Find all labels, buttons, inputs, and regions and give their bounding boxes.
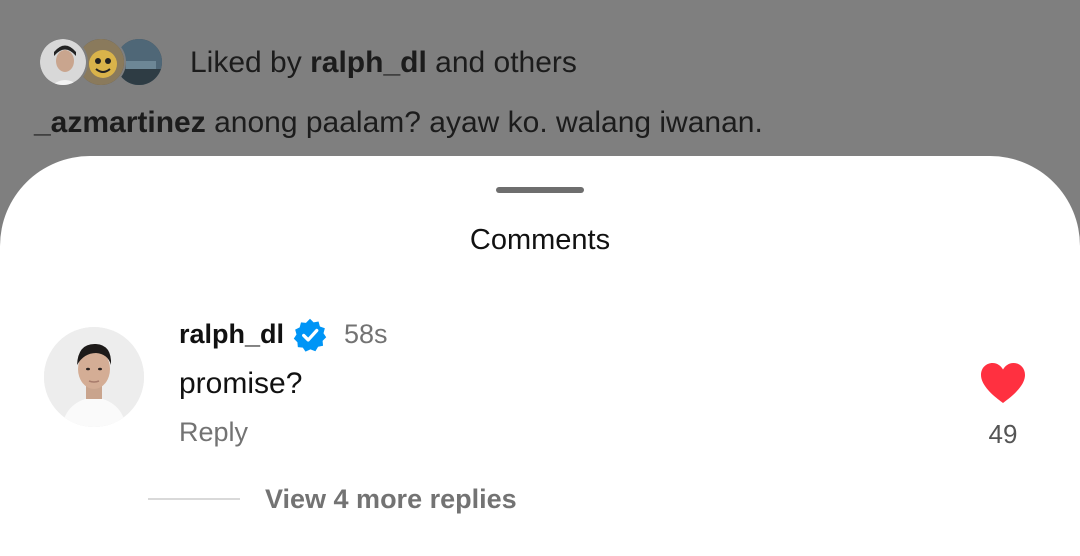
comment-text: promise? <box>179 367 303 400</box>
liked-by-prefix: Liked by <box>190 46 302 79</box>
liker-avatars <box>38 36 168 90</box>
comments-sheet: Comments ralph_dl 58s promise? Reply 49 … <box>0 156 1080 556</box>
comment-username[interactable]: ralph_dl <box>179 319 284 350</box>
liked-by-suffix[interactable]: and others <box>435 46 577 79</box>
liked-by-username[interactable]: ralph_dl <box>310 46 427 79</box>
likes-row[interactable]: Liked by ralph_dl and others <box>38 36 577 90</box>
sheet-title: Comments <box>469 224 611 256</box>
view-more-replies-button[interactable]: View 4 more replies <box>265 484 517 515</box>
verified-badge-icon <box>293 318 327 352</box>
drag-handle[interactable] <box>496 187 584 193</box>
liked-by-text: Liked by ralph_dl and others <box>190 46 577 80</box>
heart-icon[interactable] <box>979 361 1027 405</box>
liker-avatar <box>38 37 88 87</box>
reply-button[interactable]: Reply <box>179 417 248 448</box>
like-count: 49 <box>988 419 1018 449</box>
commenter-avatar[interactable] <box>44 327 144 427</box>
thread-divider <box>148 498 240 500</box>
caption-username[interactable]: _azmartinez <box>34 106 206 139</box>
caption-text: anong paalam? ayaw ko. walang iwanan. <box>214 106 763 139</box>
comment-timestamp: 58s <box>344 319 388 349</box>
post-caption: _azmartinez anong paalam? ayaw ko. walan… <box>34 106 763 140</box>
